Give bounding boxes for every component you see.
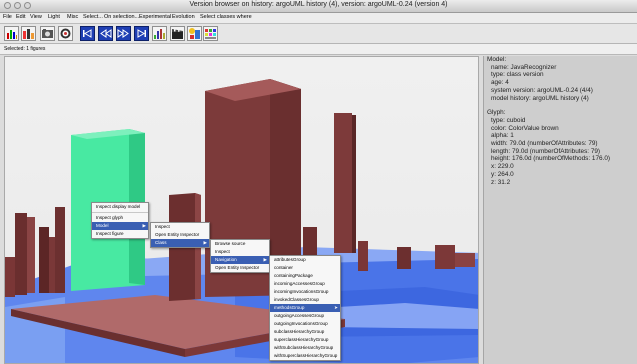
nav-item-container[interactable]: container [270, 264, 340, 272]
movie-clapper-icon[interactable] [170, 26, 185, 41]
nav-item-containing-package[interactable]: containingPackage [270, 272, 340, 280]
cuboid-right-4 [435, 245, 455, 269]
info-panel: Model: name: JavaRecognizer type: class … [483, 56, 637, 364]
menu-item-inspect-glyph[interactable]: Inspect glyph [92, 214, 148, 222]
nav-item-methods-group[interactable]: methodsGroup ➤ [270, 304, 340, 312]
cuboid-far-left-3 [5, 257, 15, 297]
model-system-version: system version: argoUML-0.24 (4/4) [491, 86, 593, 94]
menu-select[interactable]: Select... [83, 14, 103, 20]
model-name: name: JavaRecognizer [491, 63, 557, 71]
cuboid-far-left-4 [55, 207, 65, 293]
menu-select-classes-where[interactable]: Select classes where [200, 14, 252, 20]
submenu-arrow-icon: ▶ [203, 240, 207, 245]
menu-item-inspect-display-model[interactable]: Inspect display model [92, 203, 148, 211]
menu-item-inspect-figure[interactable]: Inspect figure [92, 230, 148, 238]
context-menu: Inspect display model Inspect glyph Mode… [91, 202, 149, 239]
submenu-arrow-icon: ▶ [263, 257, 267, 262]
menu-item-class-open-entity-inspector[interactable]: Open Entity Inspector [211, 264, 269, 272]
window-titlebar: Version browser on history: argoUML hist… [0, 0, 637, 13]
cuboid-far-left-1-face [27, 217, 35, 293]
cuboid-far-left-1 [15, 213, 27, 295]
glyph-alpha: alpha: 1 [491, 132, 514, 140]
cuboid-right-2 [358, 241, 368, 271]
cuboid-right-3 [397, 247, 411, 269]
glyph-x: x: 229.0 [491, 163, 514, 171]
model-age: age: 4 [491, 79, 509, 87]
nav-item-attributes-group[interactable]: attributesGroup [270, 256, 340, 264]
cuboid-far-left-2-face [49, 237, 55, 293]
far-tower-side [352, 115, 356, 253]
cuboid-right-5 [455, 253, 475, 267]
glyph-info: Glyph: type: cuboid color: ColorValue br… [487, 109, 637, 186]
nav-item-incoming-accesses-group[interactable]: incomingAccessesGroup [270, 280, 340, 288]
nav-item-methods-group-label: methodsGroup [274, 305, 305, 310]
sun-flower-icon[interactable] [187, 26, 202, 41]
menu-item-model-open-entity-inspector[interactable]: Open Entity Inspector [151, 231, 209, 239]
previous-version-icon[interactable] [98, 26, 113, 41]
menu-item-browse-source[interactable]: Browse source [211, 240, 269, 248]
menu-edit[interactable]: Edit [16, 14, 25, 20]
status-bar: Selected: 1 figures [0, 44, 637, 55]
model-heading: Model: [487, 56, 507, 63]
selection-status: Selected: 1 figures [4, 46, 46, 52]
glyph-color: color: ColorValue brown [491, 124, 559, 132]
navigation-submenu: attributesGroup container containingPack… [269, 255, 341, 361]
reset-view-icon[interactable] [58, 26, 73, 41]
nav-item-incoming-invocations-group[interactable]: incomingInvocationsGroup [270, 288, 340, 296]
glyph-heading: Glyph: [487, 109, 506, 117]
menu-item-class[interactable]: Class ▶ [151, 239, 209, 247]
last-version-icon[interactable] [134, 26, 149, 41]
mouse-cursor-icon: ➤ [334, 305, 338, 310]
menu-separator [92, 212, 148, 213]
menu-item-navigation[interactable]: Navigation ▶ [211, 256, 269, 264]
menu-bar: File Edit View Light Misc Select... On s… [0, 13, 637, 24]
camera-icon[interactable] [40, 26, 55, 41]
menu-on-selection[interactable]: On selection... [104, 14, 139, 20]
model-submenu: Inspect Open Entity Inspector Class ▶ [150, 222, 210, 248]
layout-bars-icon[interactable] [4, 26, 19, 41]
nav-item-outgoing-invocations-group[interactable]: outgoingInvocationsGroup [270, 320, 340, 328]
nav-item-superclass-hierarchy-group[interactable]: superclassHierarchyGroup [270, 336, 340, 344]
window-title: Version browser on history: argoUML hist… [189, 1, 448, 8]
menu-item-class-inspect[interactable]: Inspect [211, 248, 269, 256]
far-tower [334, 113, 352, 253]
cuboid-far-left-2 [39, 227, 49, 293]
bar-chart-icon[interactable] [21, 26, 36, 41]
first-version-icon[interactable] [80, 26, 95, 41]
nav-item-outgoing-accesses-group[interactable]: outgoingAccessesGroup [270, 312, 340, 320]
nav-item-with-superclass-hierarchy-group[interactable]: withSuperclassHierarchyGroup [270, 352, 340, 360]
nav-item-with-subclass-hierarchy-group[interactable]: withSubclassHierarchyGroup [270, 344, 340, 352]
submenu-arrow-icon: ▶ [142, 223, 146, 228]
glyph-y: y: 264.0 [491, 170, 514, 178]
glyph-length: length: 79.0d (numberOfAttributes: 79) [491, 147, 601, 155]
model-type: type: class version [491, 71, 544, 79]
menu-item-model[interactable]: Model ▶ [92, 222, 148, 230]
model-info: Model: name: JavaRecognizer type: class … [487, 56, 637, 102]
nav-item-invoked-classes-group[interactable]: invokedClassesGroup [270, 296, 340, 304]
glyph-width: width: 79.0d (numberOfAttributes: 79) [491, 140, 598, 148]
menu-experimental[interactable]: Experimental [139, 14, 171, 20]
nav-item-subclass-hierarchy-group[interactable]: subclassHierarchyGroup [270, 328, 340, 336]
menu-item-class-label: Class [155, 240, 167, 245]
glyph-height: height: 176.0d (numberOfMethods: 176.0) [491, 155, 611, 163]
model-history: model history: argoUML history (4) [491, 94, 589, 102]
menu-misc[interactable]: Misc [67, 14, 78, 20]
menu-light[interactable]: Light [48, 14, 60, 20]
menu-item-model-label: Model [96, 223, 109, 228]
menu-view[interactable]: View [30, 14, 42, 20]
glyph-type: type: cuboid [491, 116, 526, 124]
city-scene [5, 79, 478, 363]
menu-evolution[interactable]: Evolution [172, 14, 195, 20]
toolbar [0, 24, 637, 44]
glyph-z: z: 31.2 [491, 178, 511, 186]
color-palette-icon[interactable] [203, 26, 218, 41]
city-3d-viewport[interactable] [4, 56, 479, 364]
next-version-icon[interactable] [116, 26, 131, 41]
class-submenu: Browse source Inspect Navigation ▶ Open E… [210, 239, 270, 273]
menu-item-navigation-label: Navigation [215, 257, 237, 262]
menu-item-model-inspect[interactable]: Inspect [151, 223, 209, 231]
chart-view-icon[interactable] [152, 26, 167, 41]
menu-file[interactable]: File [3, 14, 12, 20]
